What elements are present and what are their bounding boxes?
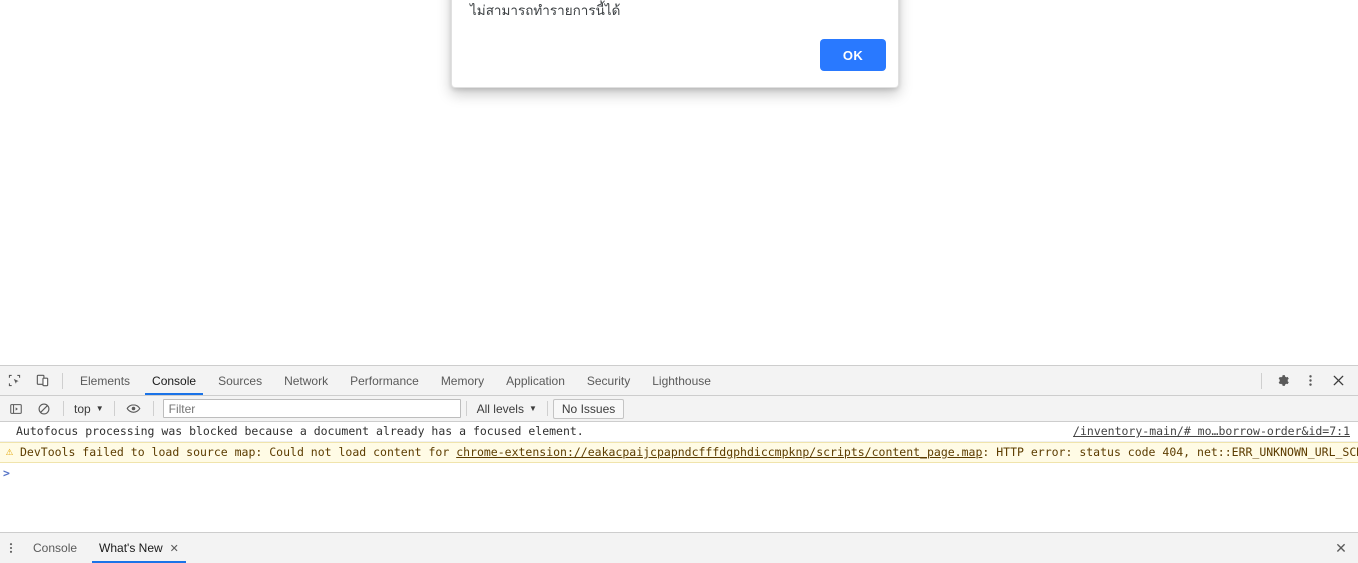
- clear-console-icon[interactable]: [30, 395, 58, 423]
- console-message-row[interactable]: Autofocus processing was blocked because…: [0, 422, 1358, 442]
- console-warning-link[interactable]: chrome-extension://eakacpaijcpapndcfffdg…: [456, 445, 982, 459]
- prompt-chevron-icon: >: [3, 466, 10, 480]
- toolbar-divider: [1261, 372, 1262, 389]
- tab-console[interactable]: Console: [141, 366, 207, 395]
- drawer-tab-console[interactable]: Console: [22, 533, 88, 563]
- more-vertical-icon[interactable]: [0, 533, 22, 563]
- alert-message-text: ไม่สามารถทำรายการนี้ได้: [470, 3, 621, 19]
- tab-elements[interactable]: Elements: [69, 366, 141, 395]
- inspect-element-icon[interactable]: [0, 367, 28, 395]
- console-input-prompt[interactable]: >: [0, 463, 1358, 483]
- drawer-tab-label: What's New: [99, 541, 163, 555]
- tab-sources[interactable]: Sources: [207, 366, 273, 395]
- tab-application[interactable]: Application: [495, 366, 576, 395]
- tab-security[interactable]: Security: [576, 366, 641, 395]
- toolbar-divider: [546, 401, 548, 416]
- drawer-tab-label: Console: [33, 541, 78, 555]
- console-message-text: Autofocus processing was blocked because…: [16, 424, 584, 438]
- tab-label: Elements: [80, 373, 131, 388]
- drawer-tab-close-icon[interactable]: ✕: [170, 542, 179, 555]
- more-vertical-icon[interactable]: [1296, 367, 1324, 395]
- console-context-selector[interactable]: top ▼: [69, 400, 109, 418]
- eye-icon[interactable]: [120, 395, 148, 423]
- warning-triangle-icon: ⚠: [5, 444, 14, 458]
- tab-network[interactable]: Network: [273, 366, 339, 395]
- tab-label: Application: [506, 373, 565, 388]
- chevron-down-icon: ▼: [528, 404, 537, 413]
- toolbar-divider: [465, 401, 467, 416]
- tab-label: Performance: [350, 373, 419, 388]
- tab-performance[interactable]: Performance: [339, 366, 430, 395]
- device-toolbar-icon[interactable]: [28, 367, 56, 395]
- gear-icon[interactable]: [1268, 367, 1296, 395]
- tab-label: Network: [284, 373, 329, 388]
- close-icon[interactable]: [1324, 367, 1352, 395]
- console-warning-text-before: DevTools failed to load source map: Coul…: [20, 445, 457, 459]
- alert-ok-button[interactable]: OK: [820, 39, 886, 71]
- devtools-drawer-tabbar: Console What's New ✕ ✕: [0, 532, 1358, 563]
- drawer-close-icon[interactable]: ✕: [1332, 539, 1350, 557]
- devtools-panel: Elements Console Sources Network Perform…: [0, 365, 1358, 563]
- console-warning-row[interactable]: ⚠ DevTools failed to load source map: Co…: [0, 442, 1358, 463]
- alert-dialog: ไม่สามารถทำรายการนี้ได้ OK: [451, 0, 899, 88]
- levels-label: All levels: [476, 401, 524, 416]
- console-message-source-link[interactable]: /inventory-main/# mo…borrow-order&id=7:1: [1073, 422, 1350, 441]
- console-sidebar-icon[interactable]: [2, 395, 30, 423]
- chevron-down-icon: ▼: [95, 404, 104, 413]
- toolbar-divider: [152, 401, 154, 416]
- drawer-tab-whats-new[interactable]: What's New ✕: [88, 533, 190, 563]
- context-label: top: [74, 401, 91, 416]
- console-log-level-selector[interactable]: All levels ▼: [472, 400, 542, 418]
- tab-memory[interactable]: Memory: [430, 366, 495, 395]
- console-filter-input[interactable]: [162, 399, 461, 418]
- console-filter-toolbar: top ▼ All levels ▼ No Issues: [0, 396, 1358, 422]
- tab-label: Memory: [440, 373, 485, 388]
- console-message-list[interactable]: Autofocus processing was blocked because…: [0, 422, 1358, 536]
- devtools-tabbar-actions: [1255, 366, 1358, 395]
- toolbar-divider: [62, 372, 63, 389]
- tab-label: Lighthouse: [652, 373, 711, 388]
- tab-lighthouse[interactable]: Lighthouse: [641, 366, 722, 395]
- console-warning-text-after: : HTTP error: status code 404, net::ERR_…: [982, 445, 1358, 459]
- toolbar-divider: [63, 401, 64, 416]
- tab-label: Console: [152, 373, 197, 388]
- devtools-tabbar: Elements Console Sources Network Perform…: [0, 366, 1358, 396]
- page-content-area: ไม่สามารถทำรายการนี้ได้ OK: [0, 0, 1358, 365]
- tab-label: Sources: [218, 373, 263, 388]
- toolbar-divider: [113, 401, 115, 416]
- tab-label: Security: [586, 373, 631, 388]
- no-issues-button[interactable]: No Issues: [552, 398, 625, 419]
